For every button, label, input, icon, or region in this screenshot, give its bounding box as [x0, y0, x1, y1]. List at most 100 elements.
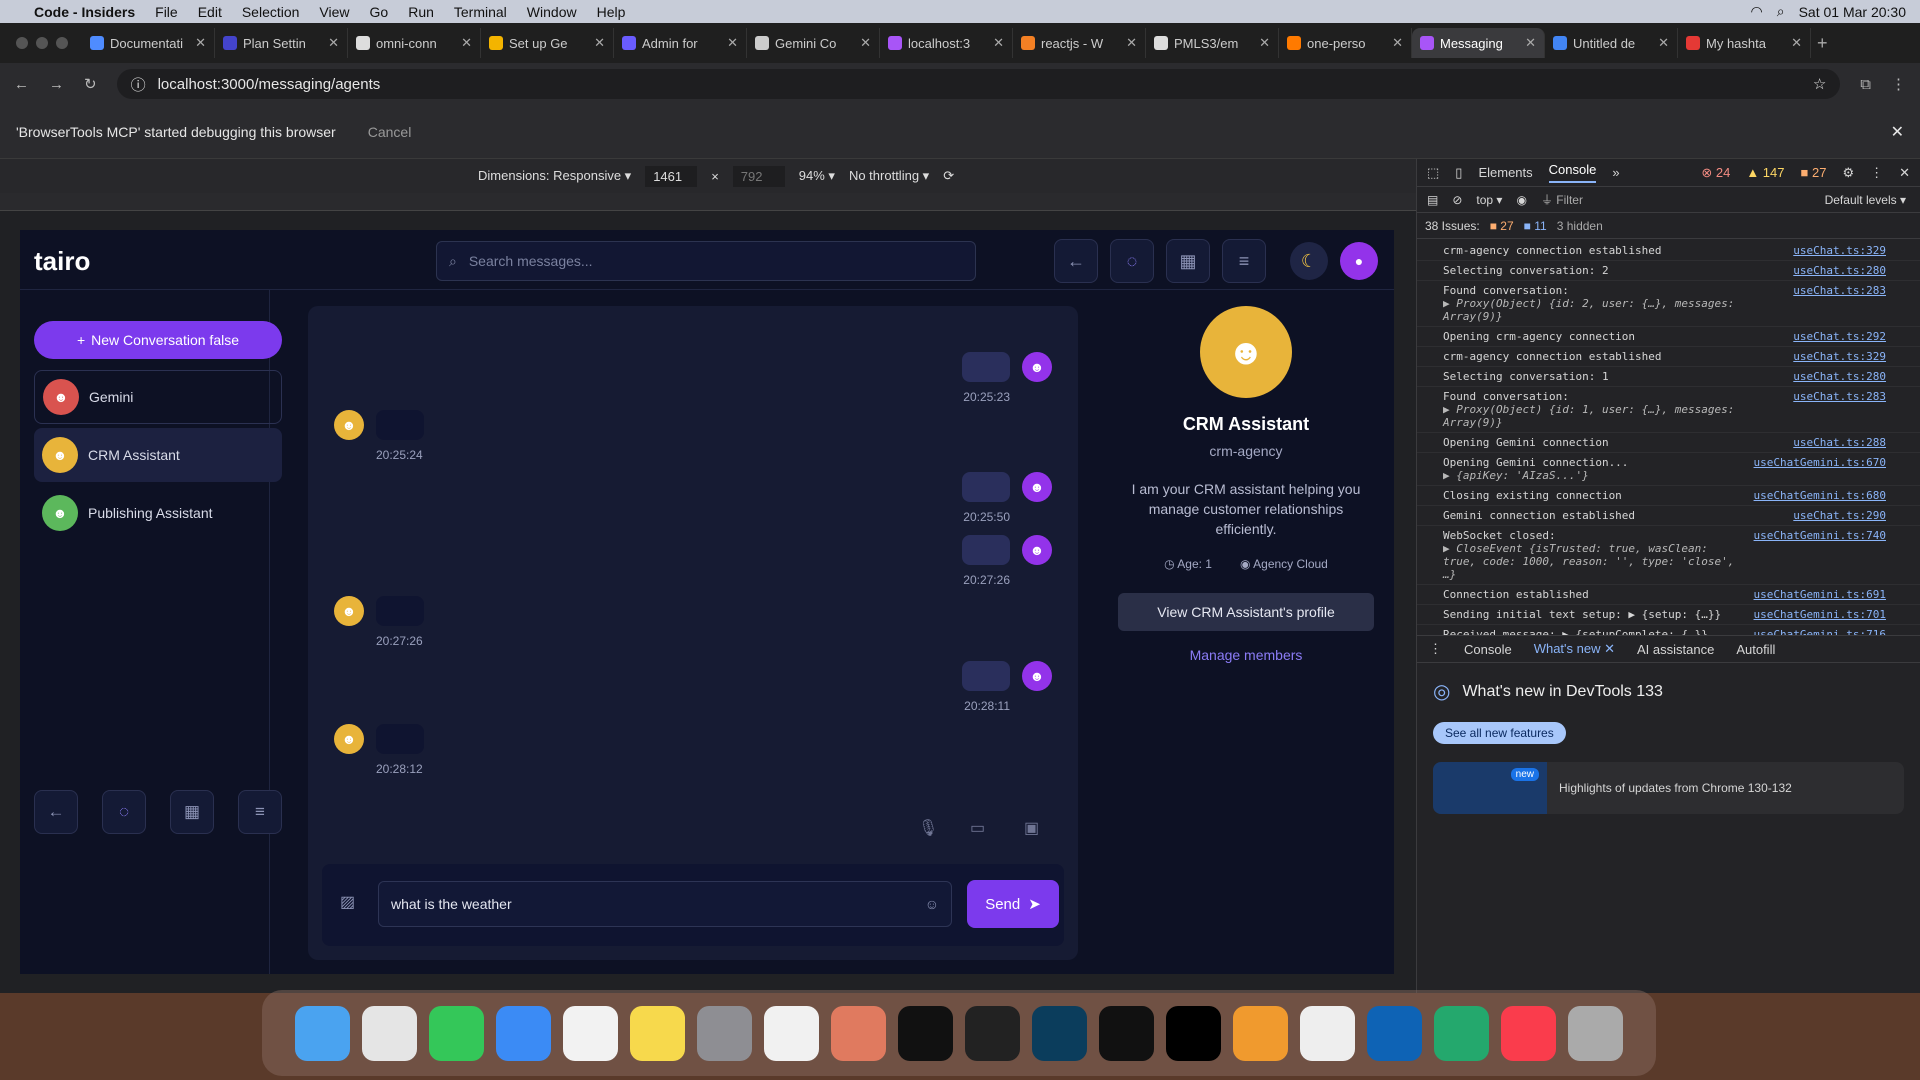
console-message[interactable]: Sending initial text setup: ▶ {setup: {…… — [1417, 605, 1920, 625]
console-source-link[interactable]: useChat.ts:283 — [1793, 390, 1886, 429]
menu-window[interactable]: Window — [527, 4, 577, 20]
video-icon[interactable]: ▭ — [970, 818, 985, 838]
console-message[interactable]: crm-agency connection established useChat… — [1417, 241, 1920, 261]
sidebar-settings-button[interactable]: ≡ — [238, 790, 282, 834]
close-tab-icon[interactable]: ✕ — [727, 35, 738, 51]
width-input[interactable]: 1461 — [645, 165, 698, 187]
mail-icon[interactable] — [496, 1005, 551, 1061]
console-object[interactable]: ▶ Proxy(Object) {id: 1, user: {…}, messa… — [1443, 403, 1785, 429]
menubar-app-name[interactable]: Code - Insiders — [34, 4, 135, 20]
url-field[interactable]: ⓘ localhost:3000/messaging/agents ☆ — [116, 69, 1841, 99]
message-bubble[interactable] — [962, 661, 1010, 691]
claude-icon[interactable] — [831, 1005, 886, 1061]
menu-run[interactable]: Run — [408, 4, 434, 20]
issues-bar[interactable]: 38 Issues: ■ 27 ■ 11 3 hidden — [1417, 213, 1920, 239]
filter-input[interactable]: ⏚ Filter — [1541, 191, 1583, 208]
debug-cancel-button[interactable]: Cancel — [368, 124, 412, 140]
console-message[interactable]: Connection established useChatGemini.ts:6… — [1417, 585, 1920, 605]
close-tab-icon[interactable]: ✕ — [1126, 35, 1137, 51]
close-tab-icon[interactable]: ✕ — [1658, 35, 1669, 51]
console-message[interactable]: WebSocket closed: ▶ CloseEvent {isTrusted… — [1417, 526, 1920, 585]
eye-icon[interactable]: ◉ — [1516, 193, 1526, 207]
console-source-link[interactable]: useChat.ts:283 — [1793, 284, 1886, 323]
menu-kebab-icon[interactable]: ⋮ — [1891, 75, 1906, 93]
info-count[interactable]: ■ 27 — [1801, 165, 1827, 180]
vscode-insiders-icon[interactable] — [1434, 1005, 1489, 1061]
cursor-icon[interactable] — [1099, 1005, 1154, 1061]
close-tab-icon[interactable]: ✕ — [993, 35, 1004, 51]
launchpad-icon[interactable] — [362, 1005, 417, 1061]
console-message[interactable]: Selecting conversation: 2 useChat.ts:280 — [1417, 261, 1920, 281]
editor-icon[interactable] — [898, 1005, 953, 1061]
menu-terminal[interactable]: Terminal — [454, 4, 507, 20]
message-bubble[interactable] — [376, 410, 424, 440]
site-info-icon[interactable]: ⓘ — [131, 74, 146, 95]
browser-tab[interactable]: Messaging ✕ — [1412, 28, 1545, 58]
browser-tab[interactable]: Plan Settin ✕ — [215, 28, 348, 58]
close-tab-icon[interactable]: ✕ — [1392, 35, 1403, 51]
message-bubble[interactable] — [962, 472, 1010, 502]
trash-icon[interactable] — [1568, 1005, 1623, 1061]
devtools-menu-icon[interactable]: ⋮ — [1870, 165, 1883, 181]
browser-tab[interactable]: PMLS3/em ✕ — [1146, 28, 1279, 58]
devtools-close-icon[interactable]: ✕ — [1899, 165, 1910, 181]
bookmark-star-icon[interactable]: ☆ — [1813, 75, 1826, 93]
browser-tab[interactable]: Set up Ge ✕ — [481, 28, 614, 58]
console-source-link[interactable]: useChatGemini.ts:716 — [1754, 628, 1886, 635]
back-arrow-button[interactable]: ← — [1054, 239, 1098, 283]
console-message[interactable]: Found conversation: ▶ Proxy(Object) {id: … — [1417, 281, 1920, 327]
chat-bubble-button[interactable]: ◌ — [1110, 239, 1154, 283]
browser-tab[interactable]: Untitled de ✕ — [1545, 28, 1678, 58]
x-icon[interactable] — [1166, 1005, 1221, 1061]
back-icon[interactable]: ← — [14, 76, 29, 93]
reminders-icon[interactable] — [563, 1005, 618, 1061]
reload-icon[interactable]: ↻ — [84, 75, 97, 93]
menu-edit[interactable]: Edit — [198, 4, 222, 20]
message-bubble[interactable] — [962, 535, 1010, 565]
message-input[interactable]: what is the weather ☺ — [378, 881, 952, 927]
device-toggle-icon[interactable]: ▯ — [1455, 165, 1462, 181]
conversation-item[interactable]: ☻ Gemini — [34, 370, 282, 424]
console-object[interactable]: ▶ Proxy(Object) {id: 2, user: {…}, messa… — [1443, 297, 1785, 323]
close-tab-icon[interactable]: ✕ — [328, 35, 339, 51]
console-source-link[interactable]: useChat.ts:292 — [1793, 330, 1886, 343]
highlights-card[interactable]: new Highlights of updates from Chrome 13… — [1433, 762, 1904, 814]
bear-icon[interactable] — [1300, 1005, 1355, 1061]
browser-tab[interactable]: My hashta ✕ — [1678, 28, 1811, 58]
menu-selection[interactable]: Selection — [242, 4, 300, 20]
chrome-icon[interactable] — [764, 1005, 819, 1061]
console-message[interactable]: Found conversation: ▶ Proxy(Object) {id: … — [1417, 387, 1920, 433]
microphone-icon[interactable]: 🎙 — [918, 818, 938, 838]
manage-members-link[interactable]: Manage members — [1098, 647, 1394, 663]
vscode-icon[interactable] — [1367, 1005, 1422, 1061]
vpn-icon[interactable] — [1233, 1005, 1288, 1061]
browser-tab[interactable]: one-perso ✕ — [1279, 28, 1412, 58]
tab-console[interactable]: Console — [1548, 162, 1597, 183]
close-tab-icon[interactable]: ✕ — [195, 35, 206, 51]
more-tabs-icon[interactable]: » — [1612, 165, 1619, 180]
warning-count[interactable]: ▲ 147 — [1746, 165, 1784, 180]
browser-tab[interactable]: localhost:3 ✕ — [880, 28, 1013, 58]
message-bubble[interactable] — [376, 596, 424, 626]
height-input[interactable]: 792 — [732, 165, 785, 187]
console-source-link[interactable]: useChat.ts:290 — [1793, 509, 1886, 522]
close-infobar-icon[interactable]: ✕ — [1891, 122, 1904, 142]
sidebar-back-button[interactable]: ← — [34, 790, 78, 834]
console-source-link[interactable]: useChat.ts:329 — [1793, 350, 1886, 363]
messages-icon[interactable] — [429, 1005, 484, 1061]
console-message[interactable]: Opening Gemini connection... ▶ {apiKey: '… — [1417, 453, 1920, 486]
view-profile-button[interactable]: View CRM Assistant's profile — [1118, 593, 1374, 631]
dark-mode-toggle[interactable]: ☾ — [1290, 242, 1328, 280]
close-tab-icon[interactable]: ✕ — [860, 35, 871, 51]
message-bubble[interactable] — [962, 352, 1010, 382]
notes-icon[interactable] — [630, 1005, 685, 1061]
dimensions-select[interactable]: Dimensions: Responsive ▾ — [478, 168, 631, 184]
close-tab-icon[interactable]: ✕ — [461, 35, 472, 51]
console-source-link[interactable]: useChatGemini.ts:670 — [1754, 456, 1886, 482]
image-upload-icon[interactable]: ▨ — [340, 892, 355, 912]
close-tab-icon[interactable]: ✕ — [1525, 35, 1536, 51]
browser-tab[interactable]: reactjs - W ✕ — [1013, 28, 1146, 58]
search-icon[interactable]: ⌕ — [1777, 3, 1785, 20]
throttling-select[interactable]: No throttling ▾ — [849, 168, 929, 184]
tab-elements[interactable]: Elements — [1478, 165, 1532, 180]
